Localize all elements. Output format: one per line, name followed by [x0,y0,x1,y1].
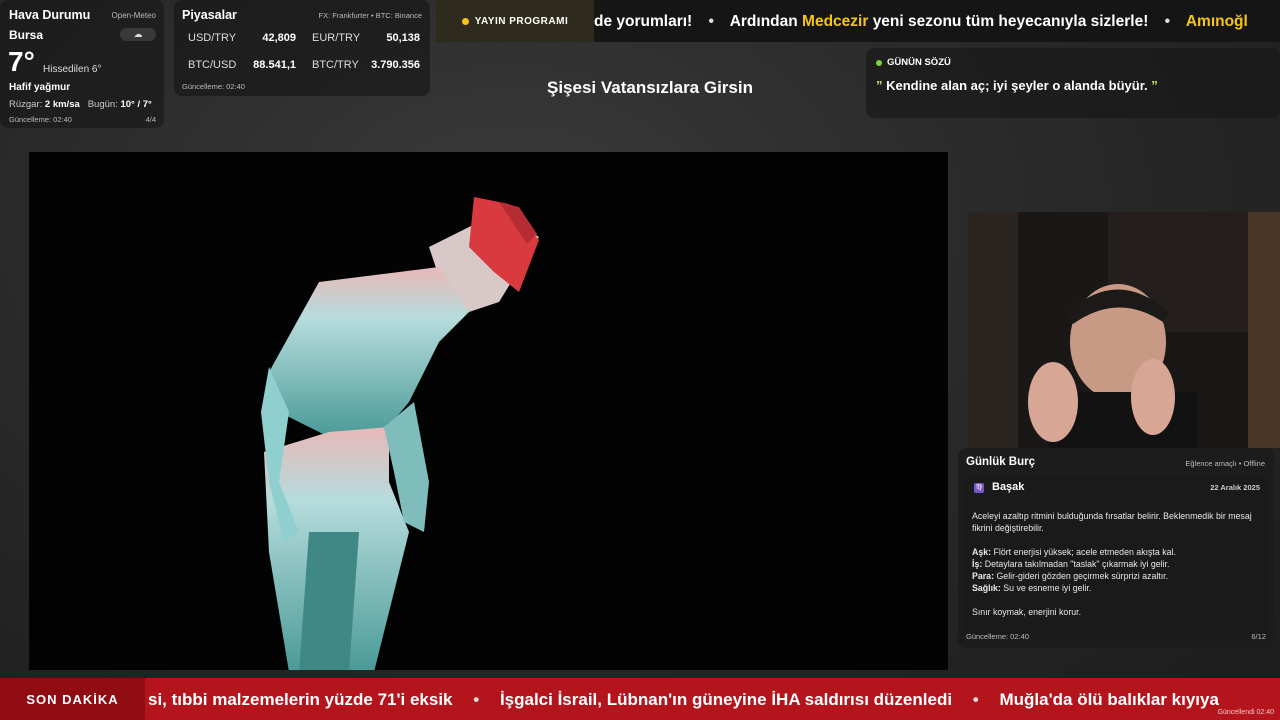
market-value: 50,138 [386,32,420,44]
quote-label-text: GÜNÜN SÖZÜ [887,57,951,68]
webcam-feed [968,212,1280,448]
market-item-eurtry: EUR/TRY 50,138 [306,28,424,48]
live-dot-icon [876,59,882,66]
virgo-icon: ♍ [974,483,984,493]
horoscope-intro: Aceleyi azaltıp ritmini bulduğunda fırsa… [972,511,1252,533]
video-player[interactable] [29,152,948,670]
market-value: 3.790.356 [371,59,420,71]
weather-widget: Hava Durumu Open-Meteo Bursa ☁ 7° Hissed… [0,0,164,128]
horoscope-date: 22 Aralık 2025 [1210,483,1260,492]
horoscope-card: ♍ Başak 22 Aralık 2025 Aceleyi azaltıp r… [964,476,1268,634]
weather-temp: 7° [8,46,35,77]
market-item-usdtry: USD/TRY 42,809 [182,28,300,48]
horoscope-widget: Günlük Burç Eğlence amaçlı • Offline ♍ B… [958,448,1274,648]
markets-source: FX: Frankfurter • BTC: Binance [318,11,423,20]
horoscope-body: Aceleyi azaltıp ritmini bulduğunda fırsa… [972,510,1262,618]
breaking-news-ticker: SON DAKİKA si, tıbbi malzemelerin yüzde … [0,678,1280,720]
wind-value: 2 km/sa [44,99,80,110]
ticker-separator: • [708,13,714,30]
weather-page: 4/4 [145,115,156,124]
breaking-item: İşgalci İsrail, Lübnan'ın güneyine İHA s… [499,690,953,709]
horoscope-love: Aşk: Flört enerjisi yüksek; acele etmede… [972,547,1176,557]
breaking-item: Muğla'da ölü balıklar kıyıya [999,690,1219,709]
today-value: 10° / 7° [120,99,152,110]
weather-title: Hava Durumu [9,8,91,22]
market-label: BTC/USD [188,59,237,71]
weather-wind: Rüzgar: 2 km/sa Bugün: 10° / 7° [9,99,152,110]
dot-icon [461,17,469,25]
horoscope-updated: Güncelleme: 02:40 [966,632,1029,641]
ticker-segment: yeni sezonu tüm heyecanıyla sizlerle! [872,13,1149,30]
wind-label: Rüzgar: [9,99,43,110]
markets-title: Piyasalar [182,8,237,22]
breaking-separator: • [473,690,480,709]
weather-source: Open-Meteo [111,11,156,20]
schedule-badge-label: YAYIN PROGRAMI [474,15,569,27]
horoscope-tag: Eğlence amaçlı • Offline [1185,459,1265,468]
quote-text-line: ” Kendine alan aç; iyi şeyler o alanda b… [876,78,1158,93]
cloud-rain-icon: ☁ [120,28,156,41]
horoscope-work: İş: Detaylara takılmadan "taslak" çıkarm… [972,559,1170,569]
ticker-highlight: Amınoğl [1185,13,1248,30]
market-label: EUR/TRY [312,32,361,44]
schedule-ticker: YAYIN PROGRAMI de yorumları! • Ardından … [436,0,1280,42]
breaking-separator: • [972,690,979,709]
horoscope-page: 6/12 [1251,632,1266,641]
horoscope-money: Para: Gelir-gideri gözden geçirmek sürpr… [972,571,1169,581]
breaking-ticker-text: si, tıbbi malzemelerin yüzde 71'i eksik … [148,678,1219,720]
quote-close-mark: ” [1151,78,1158,93]
figure-illustration [261,197,539,670]
market-value: 42,809 [262,32,296,44]
schedule-badge: YAYIN PROGRAMI [436,0,594,42]
ticker-separator: • [1164,13,1171,30]
ticker-segment: de yorumları! [594,13,693,30]
webcam-frame [968,212,1280,448]
schedule-ticker-text: de yorumları! • Ardından Medcezir yeni s… [594,0,1248,42]
breaking-badge: SON DAKİKA [0,678,145,720]
breaking-updated: Güncellendi 02:40 [1217,709,1274,716]
horoscope-outro: Sınır koymak, enerjini korur. [972,607,1082,617]
weather-city: Bursa [9,28,44,42]
ticker-segment: Ardından [729,13,798,30]
market-label: USD/TRY [188,32,237,44]
horoscope-health: Sağlık: Su ve esneme iyi gelir. [972,583,1092,593]
quote-widget: GÜNÜN SÖZÜ ” Kendine alan aç; iyi şeyler… [866,48,1280,118]
market-value: 88.541,1 [253,59,296,71]
today-label: Bugün: [87,99,118,110]
weather-feels: Hissedilen 6° [43,64,102,75]
video-frame [261,197,539,670]
quote-open-mark: ” [876,78,883,93]
market-item-btcusd: BTC/USD 88.541,1 [182,55,300,75]
market-label: BTC/TRY [312,59,359,71]
horoscope-title: Günlük Burç [966,456,1036,468]
horoscope-sign: Başak [992,481,1025,493]
quote-label: GÜNÜN SÖZÜ [876,57,951,68]
weather-updated: Güncelleme: 02:40 [9,115,72,124]
ticker-highlight: Medcezir [802,13,869,30]
breaking-item: si, tıbbi malzemelerin yüzde 71'i eksik [148,690,453,709]
market-item-btctry: BTC/TRY 3.790.356 [306,55,424,75]
quote-text: Kendine alan aç; iyi şeyler o alanda büy… [886,78,1148,93]
